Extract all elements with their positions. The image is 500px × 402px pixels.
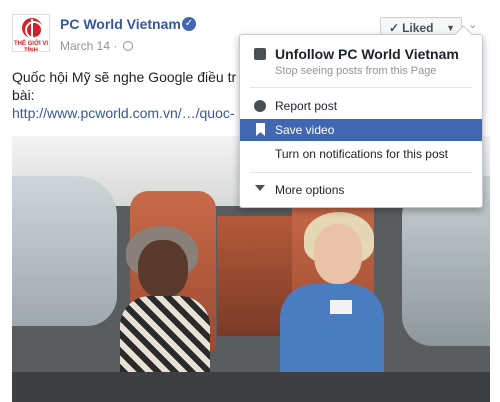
page-name-link[interactable]: PC World Vietnam	[60, 16, 181, 32]
facebook-post: THẾ GIỚI VI TÍNH PC World Vietnam ✓ Marc…	[0, 0, 500, 402]
menu-item-label: Unfollow PC World Vietnam	[275, 46, 459, 62]
menu-item-save-video[interactable]: Save video	[240, 119, 482, 141]
video-scene-floor	[12, 372, 490, 402]
verified-badge-icon: ✓	[182, 17, 196, 31]
logo-text: THẾ GIỚI VI TÍNH	[13, 41, 49, 52]
menu-item-label: Turn on notifications for this post	[275, 147, 448, 161]
post-meta: March 14 ·	[60, 39, 133, 53]
menu-separator	[250, 172, 472, 173]
menu-item-label: Report post	[275, 99, 338, 113]
logo-emblem-icon	[22, 18, 43, 39]
video-scene-badge	[330, 300, 352, 314]
liked-label: Liked	[402, 21, 434, 35]
page-avatar[interactable]: THẾ GIỚI VI TÍNH	[12, 14, 50, 52]
menu-item-more-options[interactable]: More options	[240, 179, 482, 201]
menu-item-label: More options	[275, 183, 345, 197]
bookmark-icon	[256, 123, 265, 136]
post-options-chevron-icon[interactable]: ⌄	[468, 18, 477, 31]
post-date[interactable]: March 14	[60, 39, 110, 53]
menu-item-report[interactable]: Report post	[240, 95, 482, 117]
video-scene-window	[12, 176, 117, 326]
globe-icon	[122, 41, 133, 51]
report-icon	[254, 100, 266, 112]
menu-item-unfollow[interactable]: Unfollow PC World Vietnam Stop seeing po…	[240, 39, 482, 79]
video-scene-person	[314, 224, 362, 284]
check-icon: ✓	[389, 21, 400, 35]
unfollow-icon	[254, 48, 266, 60]
menu-item-label: Save video	[275, 123, 335, 137]
post-options-menu: Unfollow PC World Vietnam Stop seeing po…	[239, 34, 483, 208]
menu-item-notifications[interactable]: Turn on notifications for this post	[240, 143, 482, 165]
menu-separator	[250, 87, 472, 88]
menu-item-sublabel: Stop seeing posts from this Page	[275, 65, 437, 77]
triangle-down-icon	[255, 185, 265, 191]
video-scene-person	[138, 240, 188, 298]
meta-separator: ·	[113, 39, 118, 53]
